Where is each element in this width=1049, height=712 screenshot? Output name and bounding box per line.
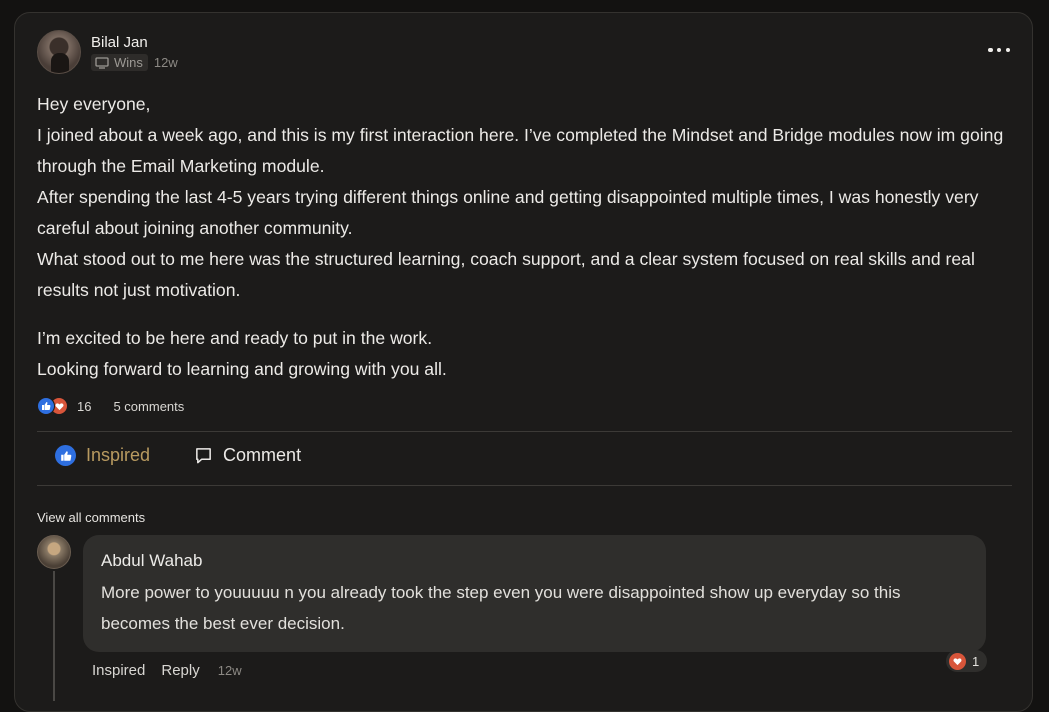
reaction-count[interactable]: 16 (77, 399, 91, 414)
author-avatar[interactable] (37, 30, 81, 74)
comment-bubble-icon (196, 448, 211, 464)
post-time: 12w (153, 55, 178, 70)
post-stats: 16 5 comments (37, 396, 184, 416)
category-badge[interactable]: Wins (91, 54, 148, 71)
heart-icon (949, 652, 966, 670)
comment-actions: Inspired Reply 12w (92, 662, 242, 679)
body-line: I joined about a week ago, and this is m… (37, 125, 1004, 176)
body-line: Hey everyone, (37, 94, 151, 114)
thumbs-up-icon (37, 397, 55, 415)
comment-bubble: Abdul Wahab More power to youuuuu n you … (83, 535, 986, 652)
post-card: Bilal Jan Wins 12w Hey everyone, I joine… (14, 12, 1033, 712)
comment-button[interactable]: Comment (194, 445, 301, 466)
comment-reaction-count: 1 (972, 653, 980, 669)
post-meta: Wins 12w (91, 54, 178, 71)
view-all-comments-link[interactable]: View all comments (37, 510, 145, 525)
comment-text: More power to youuuuu n you already took… (101, 583, 901, 633)
commenter-avatar[interactable] (37, 535, 71, 569)
comments-count[interactable]: 5 comments (113, 399, 184, 414)
reaction-icons[interactable] (37, 396, 75, 416)
author-name[interactable]: Bilal Jan (91, 34, 148, 51)
monitor-icon (95, 56, 109, 69)
comment-label: Comment (223, 445, 302, 465)
comment-inspired-button[interactable]: Inspired (92, 662, 145, 679)
commenter-name[interactable]: Abdul Wahab (101, 551, 968, 571)
comment-time: 12w (217, 663, 242, 678)
comment-reply-button[interactable]: Reply (161, 662, 199, 679)
more-dots-icon[interactable] (988, 43, 1010, 57)
post-actions: Inspired Comment (55, 445, 301, 466)
body-line: After spending the last 4-5 years trying… (37, 187, 979, 238)
inspired-label: Inspired (86, 445, 151, 465)
divider (37, 431, 1012, 432)
post-body: Hey everyone, I joined about a week ago,… (37, 89, 1022, 385)
comment-reaction[interactable]: 1 (946, 650, 988, 672)
body-line: I’m excited to be here and ready to put … (37, 328, 433, 348)
body-line: Looking forward to learning and growing … (37, 359, 447, 379)
thumbs-up-icon (55, 445, 76, 466)
divider (37, 485, 1012, 486)
body-line: What stood out to me here was the struct… (37, 249, 975, 300)
category-label: Wins (114, 55, 143, 70)
inspired-button[interactable]: Inspired (55, 445, 150, 466)
